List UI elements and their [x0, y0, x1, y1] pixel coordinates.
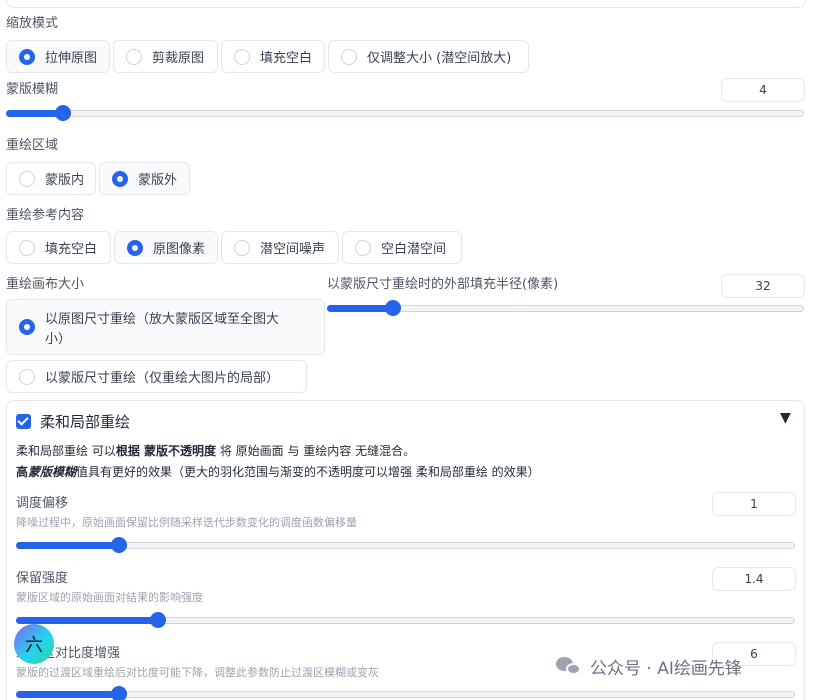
radio-scale-latent[interactable]: 仅调整大小 (潜空间放大) — [328, 40, 529, 73]
soft-inpainting-desc-1: 柔和局部重绘 可以根据 蒙版不透明度 将 原始画面 与 重绘内容 无缝混合。 — [16, 444, 416, 458]
slider-thumb[interactable] — [149, 612, 166, 628]
watermark-text: 公众号 · AI绘画先锋 — [590, 659, 742, 679]
padding-slider[interactable] — [327, 300, 804, 316]
masked-content-label: 重绘参考内容 — [6, 208, 85, 223]
slider-thumb[interactable] — [111, 537, 128, 553]
radio-content-latent-noise[interactable]: 潜空间噪声 — [221, 231, 339, 264]
floating-badge-icon[interactable]: 六 — [14, 624, 54, 664]
slider-track — [16, 542, 795, 549]
radio-dot — [341, 48, 357, 65]
radio-content-fill[interactable]: 填充空白 — [6, 231, 111, 264]
radio-scale-crop[interactable]: 剪裁原图 — [113, 40, 218, 73]
slider-fill — [16, 542, 120, 549]
slider-fill — [16, 691, 120, 698]
soft-inpainting-checkbox[interactable] — [16, 414, 31, 429]
slider-fill — [16, 617, 158, 624]
soft-inpainting-desc-2: 高蒙版模糊值具有更好的效果（更大的羽化范围与渐变的不透明度可以增强 柔和局部重绘… — [16, 465, 540, 479]
soft-inpainting-title: 柔和局部重绘 — [40, 413, 131, 431]
radio-dot — [19, 170, 35, 187]
preservation-input[interactable]: 1.4 — [712, 567, 796, 591]
radio-label: 以蒙版尺寸重绘（仅重绘大图片的局部） — [45, 371, 280, 386]
radio-label: 潜空间噪声 — [260, 242, 326, 257]
schedule-bias-hint: 降噪过程中，原始画面保留比例随采样迭代步数变化的调度函数偏移量 — [16, 516, 357, 529]
radio-label: 剪裁原图 — [152, 51, 205, 66]
radio-label: 原图像素 — [153, 242, 206, 257]
radio-dot — [112, 170, 128, 187]
watermark: 公众号 · AI绘画先锋 — [556, 654, 742, 679]
padding-label: 以蒙版尺寸重绘时的外部填充半径(像素) — [327, 277, 559, 292]
radio-dot — [126, 48, 142, 65]
slider-track — [16, 691, 795, 698]
radio-label: 拉伸原图 — [45, 51, 98, 66]
radio-dot — [19, 319, 35, 335]
radio-canvas-whole[interactable]: 以原图尺寸重绘（放大蒙版区域至全图大 小） — [6, 299, 325, 355]
mask-blur-input[interactable]: 4 — [721, 78, 805, 102]
mask-blur-slider[interactable] — [6, 105, 804, 121]
radio-scale-stretch[interactable]: 拉伸原图 — [6, 40, 110, 73]
previous-panel-edge — [6, 0, 806, 8]
radio-area-outside[interactable]: 蒙版外 — [99, 162, 190, 195]
radio-label: 填充空白 — [45, 242, 98, 257]
radio-dot — [19, 48, 35, 65]
schedule-bias-label: 调度偏移 — [16, 496, 69, 511]
slider-fill — [327, 305, 393, 312]
radio-label: 蒙版内 — [45, 173, 85, 188]
radio-label: 蒙版外 — [138, 173, 178, 188]
radio-dot — [234, 239, 250, 256]
radio-area-inside[interactable]: 蒙版内 — [6, 162, 96, 195]
radio-content-original[interactable]: 原图像素 — [114, 231, 218, 264]
radio-label: 以原图尺寸重绘（放大蒙版区域至全图大 小） — [45, 312, 280, 347]
preservation-label: 保留强度 — [16, 571, 69, 586]
radio-label: 填充空白 — [260, 51, 313, 66]
radio-label: 仅调整大小 (潜空间放大) — [367, 51, 512, 66]
mask-blur-label: 蒙版模糊 — [6, 82, 59, 97]
slider-thumb[interactable] — [54, 105, 71, 121]
radio-canvas-masked[interactable]: 以蒙版尺寸重绘（仅重绘大图片的局部） — [6, 360, 307, 393]
slider-thumb[interactable] — [384, 300, 401, 316]
radio-dot — [234, 48, 250, 65]
collapse-caret-icon[interactable]: ▼ — [780, 410, 791, 426]
slider-track — [6, 110, 804, 117]
padding-input[interactable]: 32 — [721, 274, 805, 298]
preservation-hint: 蒙版区域的原始画面对结果的影响强度 — [16, 591, 203, 604]
transition-contrast-slider[interactable] — [16, 686, 795, 700]
radio-dot — [19, 239, 35, 256]
slider-thumb[interactable] — [111, 686, 128, 700]
wechat-icon — [556, 656, 582, 677]
schedule-bias-slider[interactable] — [16, 537, 795, 553]
radio-dot — [19, 368, 35, 385]
radio-dot — [127, 239, 143, 256]
radio-scale-fill[interactable]: 填充空白 — [221, 40, 325, 73]
inpaint-canvas-label: 重绘画布大小 — [6, 277, 85, 292]
radio-content-latent-nothing[interactable]: 空白潜空间 — [342, 231, 462, 264]
inpaint-area-label: 重绘区域 — [6, 138, 59, 153]
schedule-bias-input[interactable]: 1 — [712, 492, 796, 516]
transition-contrast-hint: 蒙版的过渡区域重绘后对比度可能下降，调整此参数防止过渡区模糊或变灰 — [16, 666, 379, 679]
radio-dot — [355, 239, 371, 256]
preservation-slider[interactable] — [16, 612, 795, 628]
scale-mode-label: 缩放模式 — [6, 16, 59, 31]
radio-label: 空白潜空间 — [381, 242, 447, 257]
